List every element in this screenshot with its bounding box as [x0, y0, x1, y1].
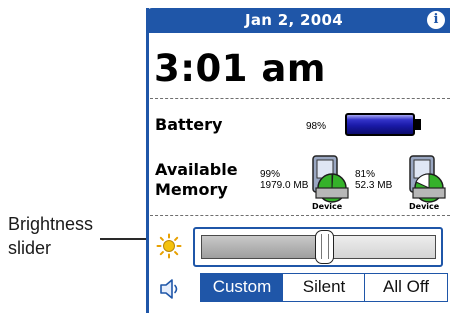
battery-label: Battery [155, 115, 223, 134]
battery-gauge [345, 113, 415, 136]
screen-left-border [146, 8, 149, 313]
brightness-callout-label: Brightness slider [8, 212, 138, 260]
memory-card-2-name: Device [409, 202, 440, 211]
title-bar: Jan 2, 2004 i [146, 8, 450, 33]
memory-card-1-percent: 99% [260, 169, 281, 180]
slider-track-empty [332, 235, 436, 259]
speaker-icon[interactable] [158, 277, 182, 301]
callout-line2: slider [8, 238, 52, 258]
battery-percent: 98% [306, 121, 327, 132]
device-screen: Jan 2, 2004 i 3:01 am Battery 98% Availa… [146, 8, 450, 313]
device-memory-icon [409, 155, 446, 203]
sound-option-all-off[interactable]: All Off [364, 273, 448, 302]
memory-card-2-percent: 81% [355, 169, 376, 180]
divider [150, 98, 450, 99]
slider-thumb[interactable] [315, 230, 334, 264]
sound-option-custom[interactable]: Custom [200, 273, 284, 302]
sound-option-silent[interactable]: Silent [282, 273, 366, 302]
divider [150, 215, 450, 216]
device-memory-icon [312, 155, 349, 203]
brightness-slider[interactable] [193, 227, 443, 267]
clock-time: 3:01 am [154, 47, 326, 90]
memory-card-1-name: Device [312, 202, 343, 211]
memory-card-1-size: 1979.0 MB [260, 180, 309, 191]
date-title: Jan 2, 2004 [244, 11, 343, 29]
memory-label-line2: Memory [155, 180, 228, 199]
info-icon[interactable]: i [427, 11, 445, 29]
battery-cap [415, 119, 421, 130]
callout-line1: Brightness [8, 214, 94, 234]
memory-card-2-size: 52.3 MB [355, 180, 393, 191]
memory-label-line1: Available [155, 160, 238, 179]
slider-track-filled [201, 235, 318, 259]
sun-icon [156, 233, 182, 259]
